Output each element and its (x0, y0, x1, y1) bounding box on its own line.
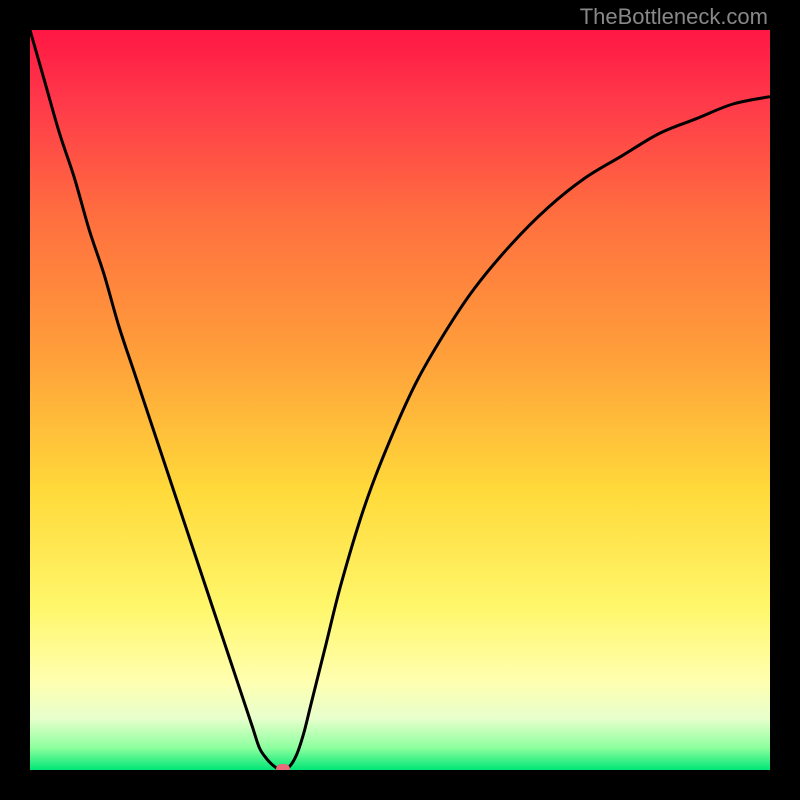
chart-container: TheBottleneck.com (0, 0, 800, 800)
bottleneck-curve (30, 30, 770, 770)
watermark-text: TheBottleneck.com (580, 4, 768, 30)
curve-layer (30, 30, 770, 770)
minimum-marker (276, 764, 290, 770)
plot-area (30, 30, 770, 770)
